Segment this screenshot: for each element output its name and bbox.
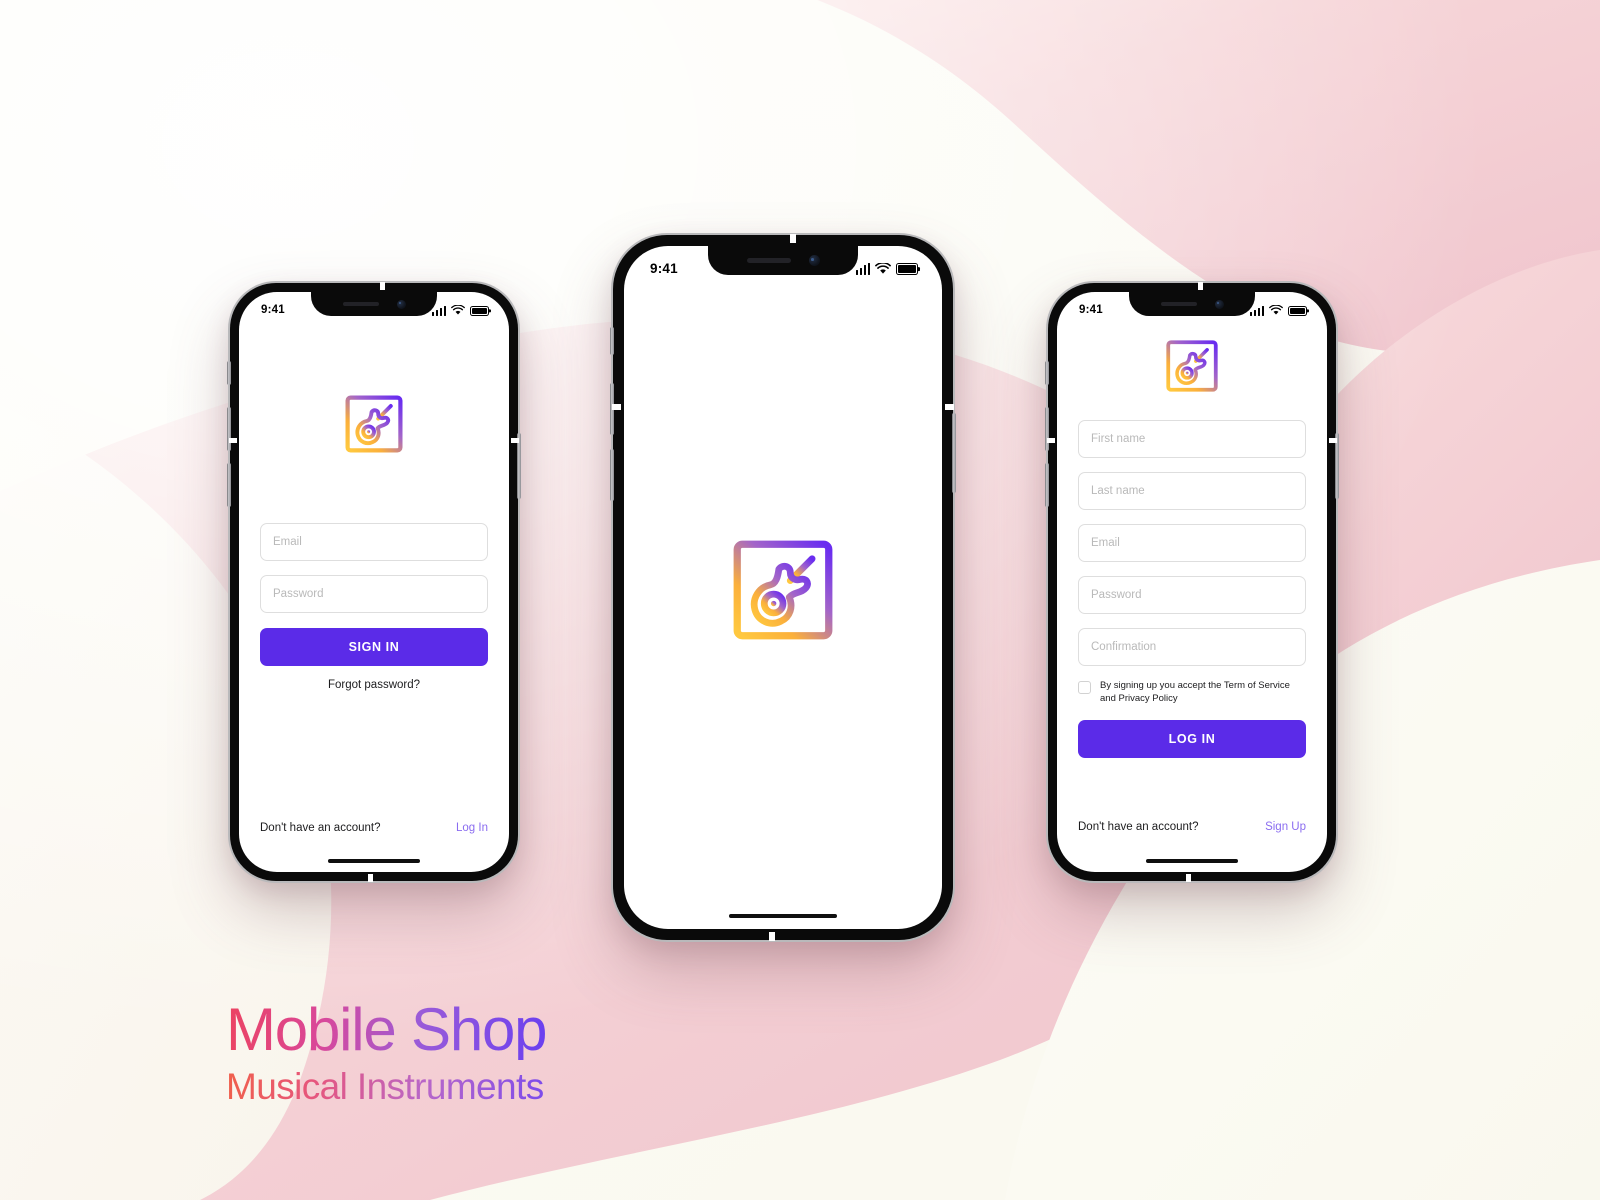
- silent-switch-button[interactable]: [227, 361, 231, 385]
- sign-in-fields: Email Password: [260, 523, 488, 613]
- status-icons: [855, 262, 918, 275]
- status-icons: [1249, 304, 1307, 316]
- crop-mark: [368, 874, 374, 882]
- last-name-field[interactable]: Last name: [1078, 472, 1306, 510]
- sign-in-button[interactable]: SIGN IN: [260, 628, 488, 666]
- terms-agreement-row[interactable]: By signing up you accept the Term of Ser…: [1078, 680, 1306, 706]
- crop-mark: [612, 404, 621, 411]
- sign-in-body: Email Password SIGN IN Forgot password? …: [239, 316, 509, 872]
- branding-block: Mobile Shop Musical Instruments: [226, 996, 548, 1110]
- screen-sign-up: 9:41 First name Last name Email Password…: [1057, 292, 1327, 872]
- home-indicator[interactable]: [1146, 859, 1238, 863]
- volume-up-button[interactable]: [1045, 407, 1049, 451]
- guitar-logo-icon: [733, 540, 833, 639]
- brand-subtitle: Musical Instruments: [226, 1064, 546, 1110]
- battery-icon: [896, 263, 918, 275]
- log-in-button[interactable]: LOG IN: [1078, 719, 1306, 758]
- home-indicator[interactable]: [729, 913, 837, 918]
- battery-icon: [470, 305, 489, 316]
- guitar-logo-icon: [1166, 340, 1218, 392]
- home-indicator[interactable]: [328, 859, 420, 863]
- cellular-signal-icon: [431, 305, 446, 316]
- sign-up-footer: Don't have an account? Sign Up: [1057, 821, 1327, 833]
- status-time: 9:41: [1079, 304, 1103, 316]
- crop-mark: [769, 932, 776, 941]
- crop-mark: [1186, 874, 1192, 882]
- phone-sign-in: 9:41 Email Password SIGN IN Forgot passw…: [227, 282, 521, 882]
- crop-mark: [511, 438, 519, 444]
- status-icons: [431, 304, 489, 316]
- password-field[interactable]: Password: [260, 575, 488, 613]
- forgot-password-link[interactable]: Forgot password?: [260, 679, 488, 691]
- brand-title: Mobile Shop: [226, 996, 548, 1063]
- volume-up-button[interactable]: [227, 407, 231, 451]
- status-bar: 9:41: [239, 292, 509, 316]
- crop-mark: [945, 404, 954, 411]
- footer-log-in-link[interactable]: Log In: [456, 822, 488, 834]
- splash-body: [624, 276, 942, 929]
- cellular-signal-icon: [855, 262, 870, 275]
- sign-up-fields: First name Last name Email Password Conf…: [1078, 420, 1306, 666]
- crop-mark: [1047, 438, 1055, 444]
- wifi-icon: [875, 262, 891, 274]
- crop-mark: [229, 438, 237, 444]
- volume-down-button[interactable]: [610, 449, 614, 501]
- terms-checkbox[interactable]: [1078, 681, 1091, 694]
- status-time: 9:41: [261, 304, 285, 316]
- phone-splash: 9:41: [610, 234, 956, 941]
- volume-down-button[interactable]: [1045, 463, 1049, 507]
- confirmation-field[interactable]: Confirmation: [1078, 628, 1306, 666]
- password-field[interactable]: Password: [1078, 576, 1306, 614]
- crop-mark: [789, 234, 796, 243]
- silent-switch-button[interactable]: [610, 327, 614, 355]
- wifi-icon: [1269, 304, 1283, 315]
- status-bar: 9:41: [624, 246, 942, 276]
- battery-icon: [1288, 305, 1307, 316]
- wifi-icon: [451, 304, 465, 315]
- first-name-field[interactable]: First name: [1078, 420, 1306, 458]
- power-button[interactable]: [952, 413, 956, 493]
- sign-in-footer: Don't have an account? Log In: [239, 822, 509, 834]
- silent-switch-button[interactable]: [1045, 361, 1049, 385]
- email-field[interactable]: Email: [260, 523, 488, 561]
- footer-text: Don't have an account?: [260, 822, 381, 834]
- cellular-signal-icon: [1249, 305, 1264, 316]
- status-bar: 9:41: [1057, 292, 1327, 316]
- crop-mark: [1197, 282, 1203, 290]
- sign-up-body: First name Last name Email Password Conf…: [1057, 316, 1327, 872]
- crop-mark: [1329, 438, 1337, 444]
- phone-sign-up: 9:41 First name Last name Email Password…: [1045, 282, 1339, 882]
- footer-text: Don't have an account?: [1078, 821, 1199, 833]
- crop-mark: [379, 282, 385, 290]
- email-field[interactable]: Email: [1078, 524, 1306, 562]
- guitar-logo-icon: [345, 395, 403, 453]
- screen-splash: 9:41: [624, 246, 942, 929]
- status-time: 9:41: [650, 261, 678, 276]
- volume-down-button[interactable]: [227, 463, 231, 507]
- footer-sign-up-link[interactable]: Sign Up: [1265, 821, 1306, 833]
- screen-sign-in: 9:41 Email Password SIGN IN Forgot passw…: [239, 292, 509, 872]
- terms-label: By signing up you accept the Term of Ser…: [1100, 680, 1290, 704]
